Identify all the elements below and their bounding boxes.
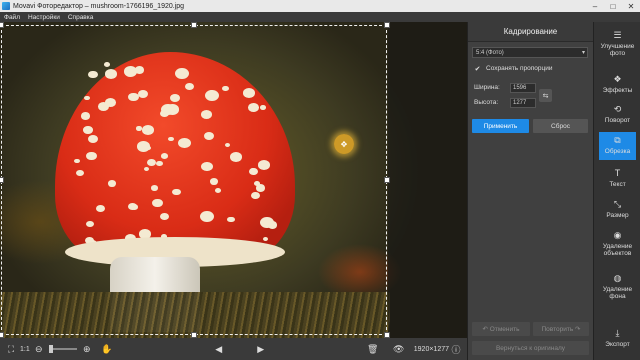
tool-text[interactable]: T Текст bbox=[594, 167, 640, 188]
next-photo-button[interactable]: ▶ bbox=[254, 342, 268, 356]
tool-text-label: Текст bbox=[609, 181, 626, 188]
tool-enhance-label: Улучшение фото bbox=[600, 43, 635, 57]
rotate-icon: ⟲ bbox=[613, 103, 622, 114]
tool-remove-background[interactable]: ◍ Удаление фона bbox=[594, 272, 640, 300]
menu-bar: Файл Настройки Справка bbox=[0, 12, 640, 22]
sliders-icon: ☰ bbox=[613, 29, 622, 40]
undo-label: Отменить bbox=[489, 325, 520, 333]
chevron-down-icon: ▾ bbox=[581, 50, 585, 56]
crop-handle-top[interactable] bbox=[191, 22, 197, 28]
tool-resize[interactable]: ⤡ Размер bbox=[594, 198, 640, 219]
redo-icon: ↷ bbox=[573, 326, 581, 333]
tool-remove-objects-label: Удаление объектов bbox=[602, 243, 633, 257]
navigation: ◀ ▶ bbox=[114, 342, 366, 356]
status-bar: ⛶ 1:1 ⊖ ⊕ ✋ ◀ ▶ 🗑 👁 1920×1277 ⓘ bbox=[0, 338, 467, 360]
aspect-ratio-select[interactable]: 5:4 (Фото) ▾ bbox=[472, 47, 588, 58]
zoom-out-icon[interactable]: ⊖ bbox=[32, 342, 46, 356]
minimize-button[interactable]: – bbox=[586, 0, 604, 12]
keep-proportions-checkbox[interactable]: ✔ Сохранять пропорции bbox=[474, 65, 553, 73]
tool-crop-label: Обрезка bbox=[604, 148, 631, 155]
height-input[interactable]: 1277 bbox=[510, 98, 536, 108]
tool-sidebar: ☰ Улучшение фото ❖ Эффекты ⟲ Поворот ⧉ О… bbox=[593, 22, 640, 360]
link-proportions-icon[interactable]: ⇆ bbox=[539, 89, 552, 102]
crop-handle-left[interactable] bbox=[0, 177, 4, 183]
resize-icon: ⤡ bbox=[613, 198, 622, 209]
tool-remove-objects[interactable]: ◉ Удаление объектов bbox=[594, 229, 640, 257]
effects-icon: ❖ bbox=[613, 73, 622, 84]
tool-remove-background-label: Удаление фона bbox=[602, 286, 633, 300]
text-icon: T bbox=[614, 167, 621, 178]
crop-handle-right[interactable] bbox=[384, 177, 390, 183]
close-button[interactable]: ✕ bbox=[622, 0, 640, 12]
compare-eye-icon[interactable]: 👁 bbox=[392, 342, 406, 356]
redo-label: Повторить bbox=[541, 325, 574, 333]
app-icon bbox=[2, 2, 10, 10]
zoom-slider[interactable] bbox=[48, 345, 77, 353]
undo-button[interactable]: ↶ Отменить bbox=[472, 322, 530, 336]
info-icon[interactable]: ⓘ bbox=[449, 342, 463, 356]
photo-canvas[interactable]: ✥ bbox=[0, 22, 467, 338]
menu-settings[interactable]: Настройки bbox=[24, 14, 64, 21]
height-label: Высота: bbox=[474, 99, 499, 106]
tool-export-label: Экспорт bbox=[605, 341, 630, 348]
revert-original-button[interactable]: Вернуться к оригиналу bbox=[472, 341, 589, 355]
tool-rotate-label: Поворот bbox=[604, 117, 631, 124]
previous-photo-button[interactable]: ◀ bbox=[212, 342, 226, 356]
tool-effects[interactable]: ❖ Эффекты bbox=[594, 73, 640, 94]
panel-title: Кадрирование bbox=[468, 22, 593, 42]
fit-screen-icon[interactable]: ⛶ bbox=[4, 342, 18, 356]
zoom-in-icon[interactable]: ⊕ bbox=[80, 342, 94, 356]
move-crop-icon[interactable]: ✥ bbox=[334, 134, 354, 154]
delete-icon[interactable]: 🗑 bbox=[366, 342, 380, 356]
tool-effects-label: Эффекты bbox=[602, 87, 633, 94]
eraser-icon: ◉ bbox=[613, 229, 622, 240]
width-label: Ширина: bbox=[474, 84, 500, 91]
title-bar: Movavi Фоторедактор – mushroom-1766196_1… bbox=[0, 0, 640, 12]
image-dimensions: 1920×1277 bbox=[413, 345, 449, 353]
crop-handle-top-left[interactable] bbox=[0, 22, 4, 28]
tool-export[interactable]: ⤓ Экспорт bbox=[594, 327, 640, 348]
window-title: Movavi Фоторедактор – mushroom-1766196_1… bbox=[13, 2, 185, 10]
keep-proportions-label: Сохранять пропорции bbox=[486, 65, 553, 72]
apply-button[interactable]: Применить bbox=[472, 119, 529, 133]
export-icon: ⤓ bbox=[615, 327, 620, 338]
redo-button[interactable]: Повторить ↷ bbox=[533, 322, 589, 336]
crop-frame[interactable] bbox=[1, 25, 387, 335]
crop-handle-top-right[interactable] bbox=[384, 22, 390, 28]
reset-button[interactable]: Сброс bbox=[533, 119, 588, 133]
tool-rotate[interactable]: ⟲ Поворот bbox=[594, 103, 640, 124]
zoom-slider-knob[interactable] bbox=[48, 345, 53, 353]
tool-enhance[interactable]: ☰ Улучшение фото bbox=[594, 29, 640, 57]
menu-help[interactable]: Справка bbox=[64, 14, 98, 21]
tool-crop[interactable]: ⧉ Обрезка bbox=[594, 132, 640, 160]
crop-outside-shade bbox=[388, 22, 467, 338]
aspect-ratio-value: 5:4 (Фото) bbox=[476, 49, 504, 56]
background-icon: ◍ bbox=[613, 272, 622, 283]
zoom-label[interactable]: 1:1 bbox=[20, 346, 30, 353]
menu-file[interactable]: Файл bbox=[0, 14, 24, 21]
app-window: Movavi Фоторедактор – mushroom-1766196_1… bbox=[0, 0, 640, 360]
crop-panel: Кадрирование bbox=[467, 22, 593, 360]
tool-resize-label: Размер bbox=[606, 212, 629, 219]
hand-tool-icon[interactable]: ✋ bbox=[100, 342, 114, 356]
undo-icon: ↶ bbox=[482, 326, 490, 333]
checkmark-icon: ✔ bbox=[474, 65, 481, 73]
maximize-button[interactable]: □ bbox=[604, 0, 622, 12]
width-input[interactable]: 1596 bbox=[510, 83, 536, 93]
crop-icon: ⧉ bbox=[614, 134, 621, 145]
